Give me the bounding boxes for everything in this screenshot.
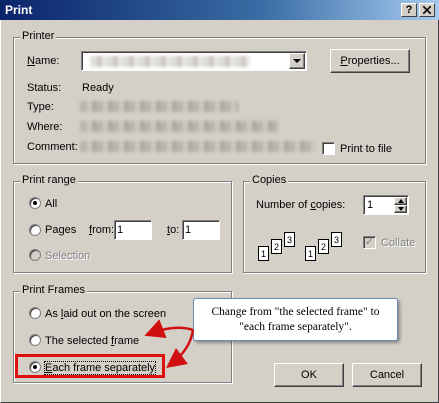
arrow-to-each-frame (166, 329, 195, 369)
ok-button[interactable]: OK (274, 363, 344, 387)
cancel-button[interactable]: Cancel (352, 363, 422, 387)
arrow-to-selected-frame (144, 319, 194, 338)
annotation-arrows (144, 319, 195, 369)
